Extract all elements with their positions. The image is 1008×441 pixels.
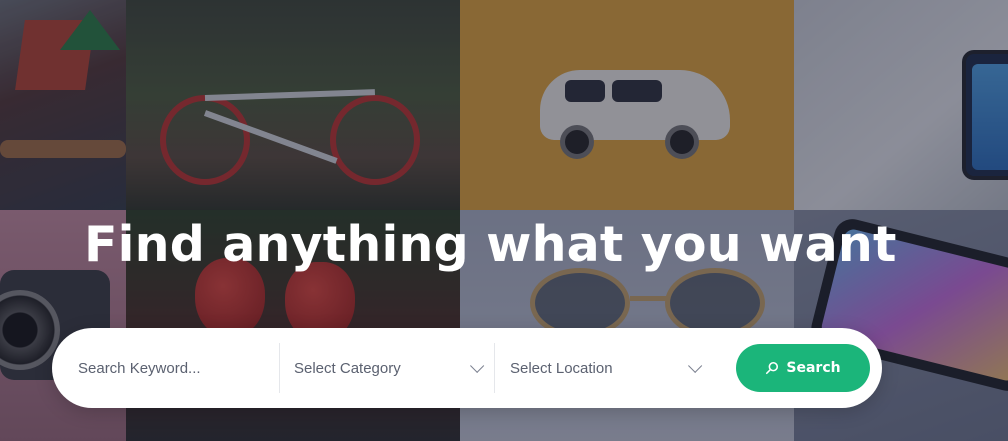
hero-headline: Find anything what you want [84,216,897,273]
search-bar: Select Category Select Location Search [52,328,882,408]
location-select-label: Select Location [510,359,613,377]
search-button[interactable]: Search [736,344,870,392]
category-select[interactable]: Select Category [280,343,495,393]
overlay-accent [0,0,126,210]
category-select-label: Select Category [294,359,401,377]
hero-section: Find anything what you want Select Categ… [0,0,1008,441]
chevron-down-icon [470,358,485,373]
chevron-down-icon [688,358,703,373]
location-select[interactable]: Select Location [495,343,712,393]
search-icon [766,361,779,375]
search-keyword-input[interactable] [78,359,279,377]
keyword-field [52,343,280,393]
search-button-label: Search [786,360,841,376]
